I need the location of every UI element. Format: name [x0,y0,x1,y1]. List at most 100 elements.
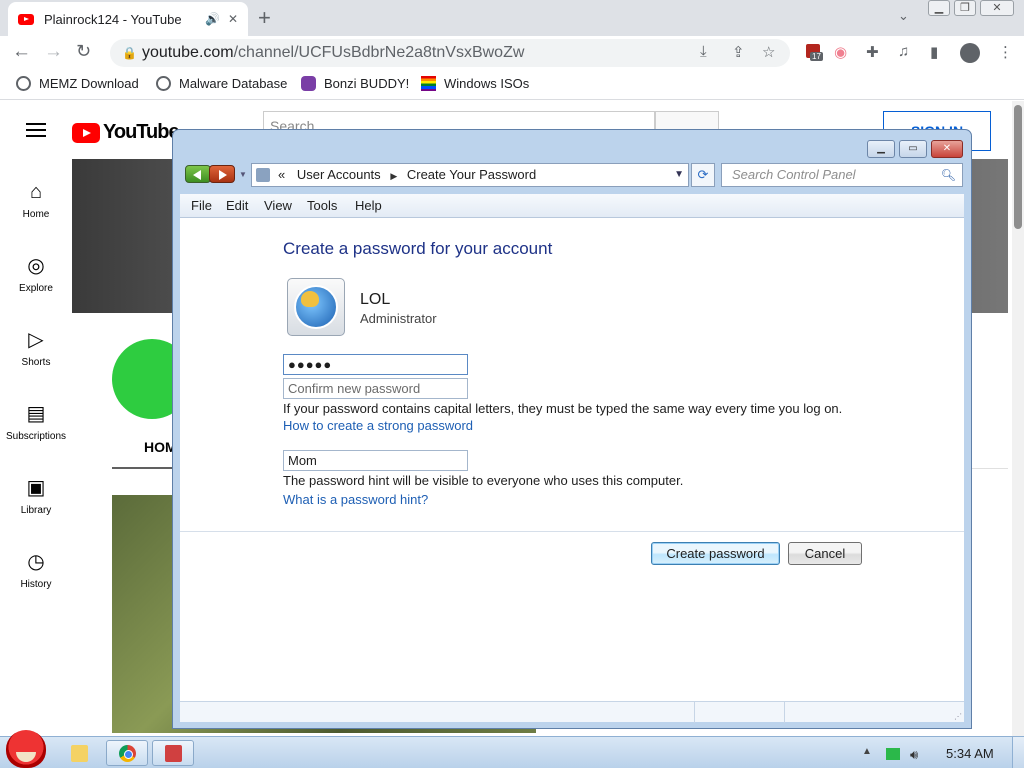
guide-shorts[interactable]: ▷ Shorts [0,329,72,368]
trans-flag-extension-icon[interactable]: ◉ [834,43,847,61]
share-icon[interactable]: ⇪ [732,43,745,61]
taskbar-clock[interactable]: 5:34 AM [946,746,994,761]
network-icon[interactable] [886,748,900,760]
bookmark-windows-isos[interactable]: Windows ISOs [421,76,529,91]
refresh-icon[interactable]: ⟳ [691,163,715,187]
breadcrumb-user-accounts[interactable]: User Accounts [297,167,381,182]
history-icon: ◷ [27,551,45,573]
back-arrow-icon[interactable]: ← [12,41,31,63]
hamburger-menu-icon[interactable] [26,123,46,137]
account-name: LOL [360,291,391,308]
guide-subscriptions[interactable]: ▤ Subscriptions [0,403,72,442]
compass-icon: ◎ [27,255,45,277]
media-control-icon[interactable]: ♫ [898,43,909,60]
confirm-password-field[interactable]: Confirm new password [283,378,468,399]
strong-password-link[interactable]: How to create a strong password [283,418,473,433]
volume-icon[interactable]: 🔊︎ [910,747,918,763]
status-bar: ⋰ [180,701,964,723]
home-icon: ⌂ [29,181,43,203]
close-window-button[interactable]: ✕ [980,0,1014,16]
cp-close-button[interactable]: ✕ [931,140,963,158]
youtube-favicon-icon [18,13,34,25]
address-bar[interactable]: 🔒 youtube.com/channel/UCFUsBdbrNe2a8tnVs… [110,39,790,67]
breadcrumb-arrow-icon[interactable]: ▶ [390,171,397,181]
chrome-icon [119,745,136,762]
guide-history[interactable]: ◷ History [0,551,72,590]
tab-title: Plainrock124 - YouTube [44,11,182,27]
forward-nav-icon[interactable] [209,165,235,183]
reload-icon[interactable]: ↻ [76,41,91,62]
install-icon[interactable]: ⤓ [700,43,707,60]
tab-search-chevron-icon[interactable]: ⌄ [898,8,909,24]
extension-badge-count: 17 [810,52,823,61]
extension-icon[interactable]: 17 [806,44,823,61]
recent-pages-chevron-icon[interactable]: ▼ [239,170,247,179]
control-panel-window: ▁ ▭ ✕ ▼ « User Accounts ▶ Create Your Pa… [172,129,972,729]
speaker-icon[interactable]: 🔊 [205,12,220,26]
menu-help[interactable]: Help [355,198,382,213]
create-password-button[interactable]: Create password [651,542,780,565]
taskbar: ▲ 🔊︎ 5:34 AM [0,736,1024,768]
restore-button[interactable]: ❐ [954,0,976,16]
show-hidden-icons-icon[interactable]: ▲ [862,746,872,757]
start-button-angry-bird-icon[interactable] [6,730,46,768]
globe-icon [16,76,31,91]
bookmark-bonzi[interactable]: Bonzi BUDDY! [301,76,409,91]
taskbar-chrome[interactable] [106,740,148,766]
bookmark-memz[interactable]: MEMZ Download [16,76,139,91]
new-password-field[interactable]: ●●●●● [283,354,468,375]
cp-content: Create a password for your account LOL A… [180,218,964,701]
extensions-puzzle-icon[interactable]: ✚ [866,43,879,61]
control-panel-app-icon [165,745,182,762]
scrollbar-thumb[interactable] [1014,105,1022,229]
guide-home[interactable]: ⌂ Home [0,181,72,220]
library-icon: ▣ [26,477,46,499]
cp-address-bar[interactable]: « User Accounts ▶ Create Your Password ▼ [251,163,689,187]
back-nav-icon[interactable] [185,165,211,183]
close-tab-icon[interactable]: ✕ [228,12,238,26]
bookmark-star-icon[interactable]: ☆ [762,43,775,61]
profile-avatar-icon[interactable] [960,43,980,63]
bonzi-icon [301,76,316,91]
youtube-logo-text: YouTube [103,121,180,143]
resize-grip-icon[interactable]: ⋰ [954,712,962,721]
address-dropdown-icon[interactable]: ▼ [674,164,684,186]
guide-explore[interactable]: ◎ Explore [0,255,72,294]
youtube-logo[interactable]: YouTube [72,121,180,144]
menu-kebab-icon[interactable]: ⋮ [998,43,1013,61]
shorts-icon: ▷ [28,329,44,351]
window-titlebar[interactable] [173,130,971,162]
browser-tab[interactable]: Plainrock124 - YouTube 🔊 ✕ [8,2,248,36]
guide-library[interactable]: ▣ Library [0,477,72,516]
taskbar-control-panel[interactable] [152,740,194,766]
side-panel-icon[interactable]: ▮ [930,43,938,61]
cp-maximize-button[interactable]: ▭ [899,140,927,158]
cp-search-input[interactable]: Search Control Panel 🔍︎ [721,163,963,187]
taskbar-explorer[interactable] [58,740,100,766]
angry-birds-picture-icon [294,285,338,329]
cancel-button[interactable]: Cancel [788,542,862,565]
menu-edit[interactable]: Edit [226,198,248,213]
bookmark-malware-database[interactable]: Malware Database [156,76,287,91]
menu-view[interactable]: View [264,198,292,213]
rainbow-icon [421,76,436,91]
bookmark-label: MEMZ Download [39,76,139,91]
breadcrumb-prefix: « [278,167,286,182]
page-scrollbar[interactable] [1012,101,1024,736]
menu-tools[interactable]: Tools [307,198,337,213]
forward-arrow-icon[interactable]: → [44,41,63,63]
hint-visibility-note: The password hint will be visible to eve… [283,473,684,488]
breadcrumb-create-password[interactable]: Create Your Password [407,167,536,182]
new-tab-button[interactable]: + [258,5,271,31]
search-icon[interactable]: 🔍︎ [941,164,956,186]
bird-icon [301,291,319,307]
guide-label: Subscriptions [5,431,67,442]
minimize-button[interactable]: ▁ [928,0,950,16]
menu-file[interactable]: File [191,198,212,213]
show-desktop-button[interactable] [1012,737,1024,768]
bookmark-label: Bonzi BUDDY! [324,76,410,91]
password-hint-link[interactable]: What is a password hint? [283,492,428,507]
password-hint-field[interactable]: Mom [283,450,468,471]
status-divider [784,702,785,723]
cp-minimize-button[interactable]: ▁ [867,140,895,158]
